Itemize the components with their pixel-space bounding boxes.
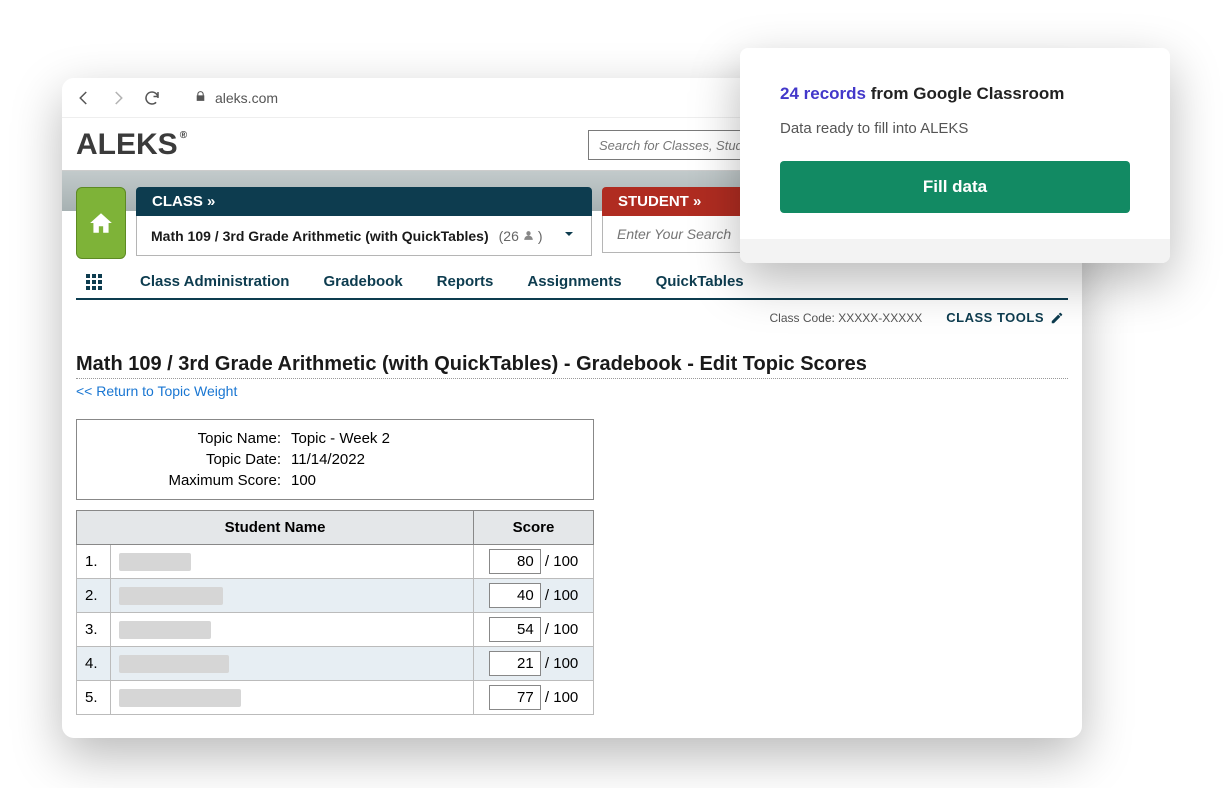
nav-quicktables[interactable]: QuickTables bbox=[656, 273, 744, 290]
topic-date-label: Topic Date: bbox=[91, 451, 291, 468]
nav-reports[interactable]: Reports bbox=[437, 273, 494, 290]
row-index: 4. bbox=[77, 647, 111, 681]
max-score-label: Maximum Score: bbox=[91, 472, 291, 489]
score-input[interactable] bbox=[489, 583, 541, 608]
topic-info-box: Topic Name:Topic - Week 2 Topic Date:11/… bbox=[76, 419, 594, 500]
score-cell: / 100 bbox=[474, 613, 594, 647]
topic-name-label: Topic Name: bbox=[91, 430, 291, 447]
student-name-cell bbox=[111, 647, 474, 681]
return-link[interactable]: << Return to Topic Weight bbox=[76, 383, 1068, 399]
class-tools-link[interactable]: CLASS TOOLS bbox=[946, 310, 1064, 325]
score-denom: / 100 bbox=[545, 553, 578, 570]
col-score: Score bbox=[474, 511, 594, 545]
popup-footer bbox=[740, 239, 1170, 263]
row-index: 1. bbox=[77, 545, 111, 579]
student-name-cell bbox=[111, 681, 474, 715]
arrow-left-icon bbox=[75, 89, 93, 107]
score-cell: / 100 bbox=[474, 579, 594, 613]
score-denom: / 100 bbox=[545, 689, 578, 706]
class-tab-header[interactable]: CLASS » bbox=[136, 187, 592, 216]
class-name: Math 109 / 3rd Grade Arithmetic (with Qu… bbox=[151, 228, 489, 244]
class-code: Class Code: XXXXX-XXXXX bbox=[770, 311, 923, 325]
score-denom: / 100 bbox=[545, 587, 578, 604]
table-row: 4. / 100 bbox=[77, 647, 594, 681]
score-input[interactable] bbox=[489, 549, 541, 574]
row-index: 2. bbox=[77, 579, 111, 613]
arrow-right-icon bbox=[109, 89, 127, 107]
edit-icon bbox=[1050, 311, 1064, 325]
sub-info-bar: Class Code: XXXXX-XXXXX CLASS TOOLS bbox=[62, 300, 1082, 325]
fill-data-popup: 24 records from Google Classroom Data re… bbox=[740, 48, 1170, 263]
topic-name-value: Topic - Week 2 bbox=[291, 430, 390, 447]
nav-gradebook[interactable]: Gradebook bbox=[323, 273, 402, 290]
score-cell: / 100 bbox=[474, 681, 594, 715]
student-name-cell bbox=[111, 579, 474, 613]
apps-icon[interactable] bbox=[86, 274, 106, 290]
nav-class-admin[interactable]: Class Administration bbox=[140, 273, 289, 290]
table-row: 3. / 100 bbox=[77, 613, 594, 647]
col-student-name: Student Name bbox=[77, 511, 474, 545]
url-text: aleks.com bbox=[215, 90, 278, 106]
main-nav: Class Administration Gradebook Reports A… bbox=[62, 259, 1082, 298]
score-denom: / 100 bbox=[545, 655, 578, 672]
logo: ALEKS® bbox=[76, 128, 185, 162]
lock-icon bbox=[194, 90, 207, 106]
student-name-cell bbox=[111, 613, 474, 647]
score-input[interactable] bbox=[489, 685, 541, 710]
reload-button[interactable] bbox=[140, 86, 164, 110]
nav-assignments[interactable]: Assignments bbox=[527, 273, 621, 290]
records-count: 24 records bbox=[780, 84, 866, 103]
table-row: 5. / 100 bbox=[77, 681, 594, 715]
score-denom: / 100 bbox=[545, 621, 578, 638]
student-name-cell bbox=[111, 545, 474, 579]
score-cell: / 100 bbox=[474, 647, 594, 681]
score-cell: / 100 bbox=[474, 545, 594, 579]
records-suffix: from Google Classroom bbox=[871, 84, 1065, 103]
score-input[interactable] bbox=[489, 617, 541, 642]
home-button[interactable] bbox=[76, 187, 126, 259]
class-count: (26 ) bbox=[499, 228, 543, 244]
table-row: 2. / 100 bbox=[77, 579, 594, 613]
class-tab-body[interactable]: Math 109 / 3rd Grade Arithmetic (with Qu… bbox=[136, 216, 592, 256]
popup-subtext: Data ready to fill into ALEKS bbox=[780, 120, 1130, 137]
max-score-value: 100 bbox=[291, 472, 316, 489]
reload-icon bbox=[143, 89, 161, 107]
score-input[interactable] bbox=[489, 651, 541, 676]
row-index: 5. bbox=[77, 681, 111, 715]
home-icon bbox=[88, 210, 114, 236]
back-button[interactable] bbox=[72, 86, 96, 110]
forward-button[interactable] bbox=[106, 86, 130, 110]
popup-headline: 24 records from Google Classroom bbox=[780, 84, 1130, 104]
class-selector: CLASS » Math 109 / 3rd Grade Arithmetic … bbox=[136, 187, 592, 256]
score-table: Student Name Score 1. / 1002. / 1003. / … bbox=[76, 510, 594, 715]
row-index: 3. bbox=[77, 613, 111, 647]
person-icon bbox=[522, 229, 535, 242]
fill-data-button[interactable]: Fill data bbox=[780, 161, 1130, 213]
table-row: 1. / 100 bbox=[77, 545, 594, 579]
topic-date-value: 11/14/2022 bbox=[291, 451, 365, 468]
page-title: Math 109 / 3rd Grade Arithmetic (with Qu… bbox=[76, 353, 1068, 379]
chevron-down-icon bbox=[561, 226, 577, 245]
